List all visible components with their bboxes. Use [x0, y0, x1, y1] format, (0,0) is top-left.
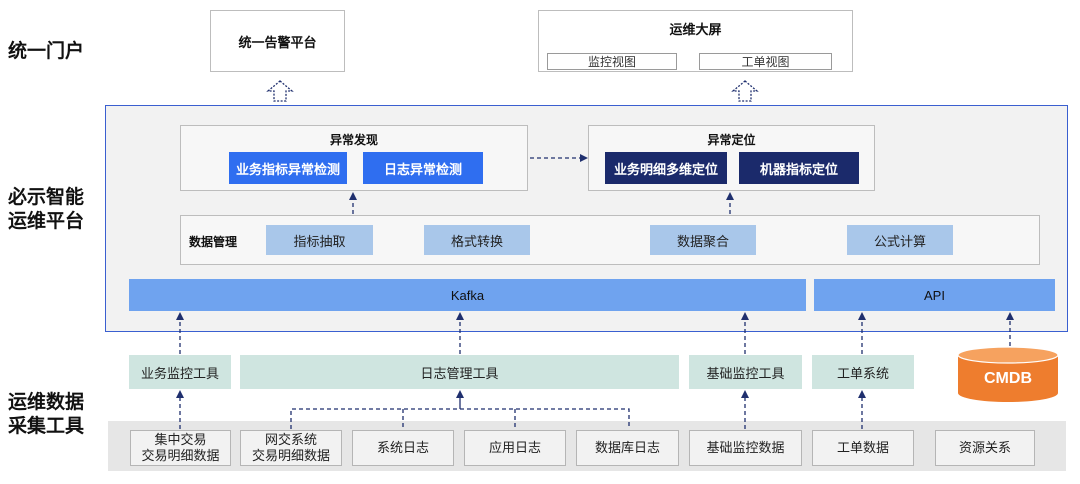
connector-layer [176, 154, 1014, 429]
log-sources-bracket [290, 408, 630, 429]
